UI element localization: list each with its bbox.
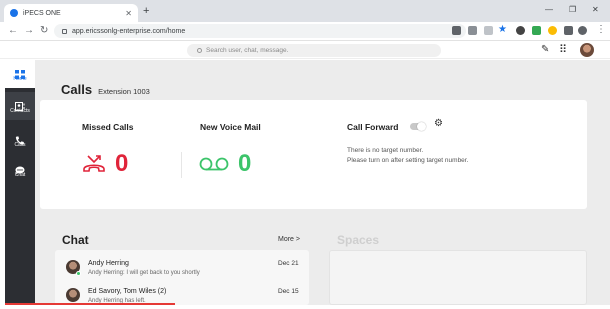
minimize-button[interactable]: — [545, 5, 553, 14]
list-item[interactable]: Andy Herring Andy Herring: I will get ba… [55, 256, 309, 282]
compose-icon[interactable]: ✎ [541, 44, 549, 56]
search-icon [197, 48, 202, 53]
calls-card: Missed Calls 0 New Voice Mail 0 Call For… [40, 100, 587, 209]
favicon-icon [10, 9, 18, 17]
chat-more-link[interactable]: More > [278, 236, 300, 243]
sidebar-item-calls[interactable]: Calls [5, 126, 35, 154]
browser-toolbar: ← → ↻ app.ericssonlg-enterprise.com/home… [0, 22, 610, 41]
forward-hint-text: Please turn on after setting target numb… [347, 157, 469, 164]
missed-call-icon [82, 154, 106, 179]
share-icon[interactable] [484, 26, 493, 35]
extension-icon[interactable] [532, 26, 541, 35]
chat-preview: Andy Herring: I will get back to you sho… [88, 270, 200, 276]
maximize-button[interactable]: ❐ [569, 5, 576, 14]
window-close-button[interactable]: ✕ [592, 5, 599, 14]
missed-calls-label: Missed Calls [82, 122, 134, 132]
extension-label: Extension 1003 [98, 87, 150, 96]
new-voicemail-label: New Voice Mail [200, 122, 261, 132]
extension-icon[interactable] [548, 26, 557, 35]
chat-bubble-icon [15, 162, 25, 175]
extension-icon[interactable] [516, 26, 525, 35]
list-item[interactable]: Ed Savory, Tom Wiles (2) Andy Herring ha… [55, 284, 309, 305]
reload-icon[interactable]: ↻ [40, 24, 48, 38]
search-placeholder: Search user, chat, message. [206, 47, 289, 54]
phone-icon [15, 132, 25, 145]
app-grid-icon[interactable]: ⠿ [559, 44, 567, 56]
chat-date: Dec 21 [278, 260, 299, 267]
url-text: app.ericssonlg-enterprise.com/home [72, 27, 186, 35]
chat-section-title: Chat [62, 233, 89, 247]
spaces-section-title: Spaces [337, 233, 380, 247]
puzzle-icon[interactable] [564, 26, 573, 35]
divider [181, 152, 182, 178]
browser-tab[interactable]: iPECS ONE ✕ [4, 4, 138, 22]
voicemail-icon [199, 157, 229, 176]
call-forward-toggle[interactable] [410, 122, 426, 131]
new-voicemail-count[interactable]: 0 [238, 150, 251, 178]
forward-arrow-icon[interactable]: → [24, 24, 34, 38]
tab-close-icon[interactable]: ✕ [125, 9, 132, 18]
sidebar-item-contacts[interactable]: Contacts [5, 92, 35, 120]
forward-status-text: There is no target number. [347, 147, 424, 154]
page-title: Calls [61, 82, 93, 97]
calls-header: Calls Extension 1003 [61, 82, 150, 97]
contacts-icon [15, 98, 25, 111]
install-app-icon[interactable] [452, 26, 461, 35]
sidebar-item-chat[interactable]: Chat [5, 156, 35, 184]
sidebar-item-home[interactable]: Home [5, 60, 35, 88]
browser-tab-bar: iPECS ONE ✕ + — ❐ ✕ [0, 0, 610, 22]
missed-calls-count[interactable]: 0 [115, 150, 128, 178]
key-icon[interactable] [468, 26, 477, 35]
sidebar: Home Contacts Calls Chat [5, 60, 35, 305]
presence-dot [76, 271, 81, 276]
browser-menu-icon[interactable]: ⋮ [596, 23, 606, 37]
loading-progress-bar [5, 303, 175, 305]
profile-icon[interactable] [578, 26, 587, 35]
chat-name: Ed Savory, Tom Wiles (2) [88, 288, 167, 295]
new-tab-button[interactable]: + [143, 4, 149, 18]
lock-icon [62, 28, 67, 34]
chat-list: Andy Herring Andy Herring: I will get ba… [55, 250, 309, 305]
address-bar[interactable]: app.ericssonlg-enterprise.com/home [54, 24, 466, 38]
chat-name: Andy Herring [88, 260, 129, 267]
back-arrow-icon[interactable]: ← [8, 24, 18, 38]
avatar[interactable] [580, 43, 594, 57]
avatar [66, 288, 80, 302]
home-grid-icon [15, 66, 25, 79]
chat-date: Dec 15 [278, 288, 299, 295]
app-header: Search user, chat, message. ✎ ⠿ [0, 41, 610, 59]
call-forward-label: Call Forward [347, 122, 399, 132]
search-input[interactable]: Search user, chat, message. [187, 44, 441, 57]
bookmark-star-icon[interactable]: ★ [498, 23, 507, 37]
main-content: Calls Extension 1003 Missed Calls 0 New … [35, 60, 610, 305]
gear-icon[interactable]: ⚙ [434, 118, 443, 129]
spaces-panel [329, 250, 587, 305]
tab-title: iPECS ONE [23, 9, 61, 17]
